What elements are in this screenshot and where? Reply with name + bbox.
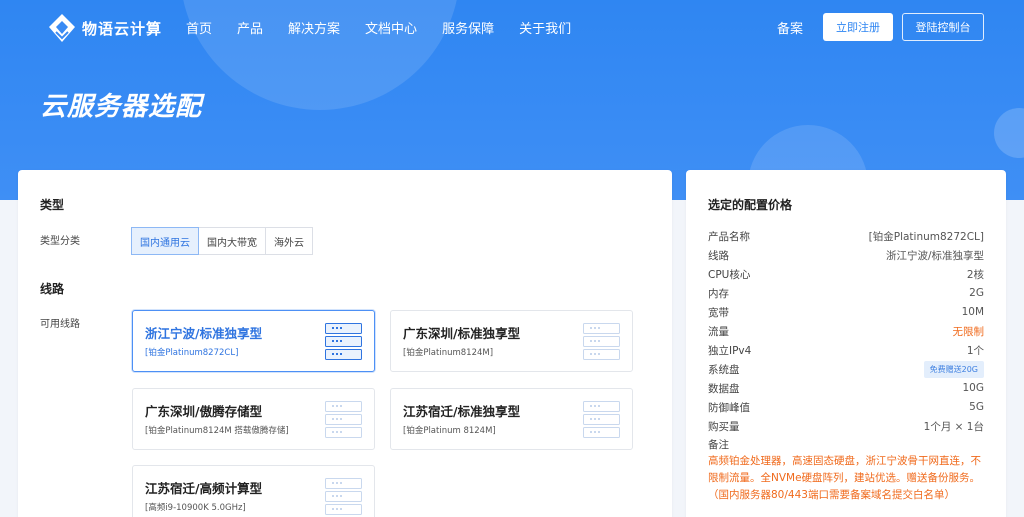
line-card-suqian-standard[interactable]: 江苏宿迁/标准独享型 [铂金Platinum 8124M] [390, 388, 633, 450]
summary-key: 内存 [708, 287, 729, 300]
brand-logo[interactable]: 物语云计算 [46, 12, 162, 44]
nav-beian[interactable]: 备案 [777, 18, 803, 37]
price-summary-panel: 选定的配置价格 产品名称 [铂金Platinum8272CL] 线路 浙江宁波/标准… [686, 170, 1006, 517]
type-label: 类型分类 [40, 236, 80, 247]
line-card-sub: [铂金Platinum 8124M] [403, 426, 496, 436]
server-icon [325, 478, 362, 517]
summary-key: 系统盘 [708, 363, 740, 376]
nav-links: 首页 产品 解决方案 文档中心 服务保障 关于我们 [186, 18, 596, 37]
summary-key: 产品名称 [708, 230, 750, 243]
summary-key: 独立IPv4 [708, 344, 752, 357]
line-card-suqian-highfreq[interactable]: 江苏宿迁/高频计算型 [高频i9-10900K 5.0GHz] [132, 465, 375, 517]
nav-home[interactable]: 首页 [186, 18, 212, 37]
summary-row: 流量 无限制 [708, 322, 984, 340]
tab-domestic-general[interactable]: 国内通用云 [131, 227, 199, 255]
page-title: 云服务器选配 [40, 92, 203, 122]
summary-value: 浙江宁波/标准独享型 [885, 249, 984, 262]
nav-service[interactable]: 服务保障 [442, 18, 494, 37]
type-tabs: 国内通用云 国内大带宽 海外云 [131, 227, 313, 255]
console-login-button[interactable]: 登陆控制台 [902, 13, 984, 41]
summary-title: 选定的配置价格 [708, 198, 793, 212]
summary-row: 购买量 1个月 × 1台 [708, 417, 984, 435]
server-icon [583, 401, 620, 440]
summary-value: 10M [961, 306, 984, 318]
summary-value: 5G [969, 401, 984, 413]
summary-row: 内存 2G [708, 284, 984, 302]
server-icon [325, 401, 362, 440]
summary-row: 独立IPv4 1个 [708, 341, 984, 359]
note-text: 高频铂金处理器，高速固态硬盘，浙江宁波骨干网直连，不限制流量。全NVMe硬盘阵列… [708, 455, 981, 501]
tab-domestic-bandwidth[interactable]: 国内大带宽 [198, 227, 266, 255]
line-label: 可用线路 [40, 319, 80, 330]
summary-key: 数据盘 [708, 382, 740, 395]
summary-row: 数据盘 10G [708, 379, 984, 397]
logo-icon [49, 14, 75, 42]
line-card-ningbo-standard[interactable]: 浙江宁波/标准独享型 [铂金Platinum8272CL] [132, 310, 375, 372]
summary-row: 系统盘 免费赠送20G [708, 360, 984, 378]
nav-docs[interactable]: 文档中心 [365, 18, 417, 37]
top-nav: 物语云计算 首页 产品 解决方案 文档中心 服务保障 关于我们 备案 立即注册 … [0, 0, 1024, 56]
line-card-title: 江苏宿迁/高频计算型 [145, 481, 263, 496]
summary-row: 防御峰值 5G [708, 398, 984, 416]
summary-value: 1个 [966, 344, 984, 357]
line-card-shenzhen-optane[interactable]: 广东深圳/傲腾存储型 [铂金Platinum8124M 搭载傲腾存储] [132, 388, 375, 450]
summary-value: [铂金Platinum8272CL] [868, 230, 984, 243]
summary-value: 2G [969, 287, 984, 299]
summary-key: 防御峰值 [708, 401, 750, 414]
summary-value: 2核 [966, 268, 984, 281]
nav-about[interactable]: 关于我们 [519, 18, 571, 37]
summary-row: CPU核心 2核 [708, 265, 984, 283]
note-label: 备注 [708, 439, 729, 451]
nav-products[interactable]: 产品 [237, 18, 263, 37]
summary-row: 产品名称 [铂金Platinum8272CL] [708, 227, 984, 245]
summary-key: 宽带 [708, 306, 729, 319]
summary-key: CPU核心 [708, 268, 751, 281]
server-icon [325, 323, 362, 362]
type-heading: 类型 [40, 198, 65, 212]
summary-row: 宽带 10M [708, 303, 984, 321]
nav-actions: 备案 立即注册 登陆控制台 [777, 13, 984, 41]
line-card-sub: [铂金Platinum8272CL] [145, 348, 239, 358]
line-card-sub: [铂金Platinum8124M] [403, 348, 494, 358]
line-card-title: 江苏宿迁/标准独享型 [403, 404, 521, 419]
nav-solutions[interactable]: 解决方案 [288, 18, 340, 37]
tab-overseas[interactable]: 海外云 [265, 227, 313, 255]
line-card-title: 浙江宁波/标准独享型 [145, 326, 263, 341]
summary-key: 购买量 [708, 420, 740, 433]
line-card-shenzhen-standard[interactable]: 广东深圳/标准独享型 [铂金Platinum8124M] [390, 310, 633, 372]
summary-value: 1个月 × 1台 [923, 420, 984, 433]
summary-key: 线路 [708, 249, 729, 262]
register-button[interactable]: 立即注册 [823, 13, 893, 41]
free-disk-badge: 免费赠送20G [923, 360, 984, 378]
line-heading: 线路 [40, 282, 65, 296]
summary-row: 线路 浙江宁波/标准独享型 [708, 246, 984, 264]
server-icon [583, 323, 620, 362]
line-card-sub: [高频i9-10900K 5.0GHz] [145, 503, 246, 513]
config-panel: 类型 类型分类 国内通用云 国内大带宽 海外云 线路 可用线路 浙江宁波/标准独… [18, 170, 672, 517]
line-card-sub: [铂金Platinum8124M 搭载傲腾存储] [145, 426, 289, 436]
line-card-title: 广东深圳/傲腾存储型 [145, 404, 263, 419]
line-card-title: 广东深圳/标准独享型 [403, 326, 521, 341]
decor-circle [994, 108, 1024, 158]
summary-value: 10G [962, 382, 985, 394]
summary-value: 无限制 [952, 325, 985, 338]
summary-key: 流量 [708, 325, 729, 338]
brand-name: 物语云计算 [82, 19, 163, 38]
